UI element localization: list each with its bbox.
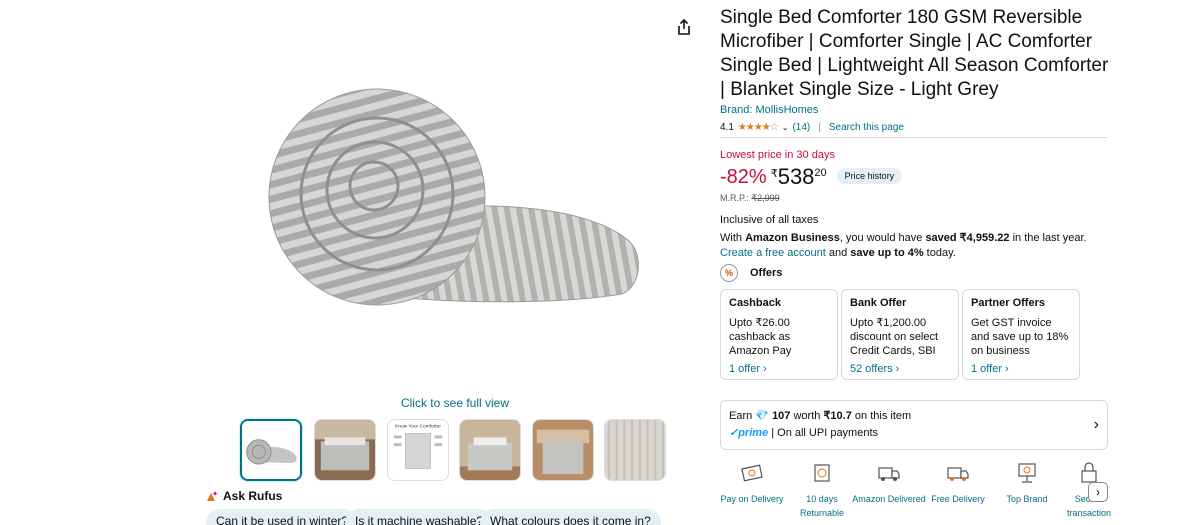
business-name: Amazon Business (745, 232, 840, 244)
thumbnail-bedroom-photo (315, 420, 375, 480)
svg-text:Know Your Comforter: Know Your Comforter (395, 424, 441, 430)
earn-rewards-banner[interactable]: Earn 💎 107 worth ₹10.7 on this item ✓pri… (720, 400, 1108, 450)
thumbnail-3[interactable]: Know Your Comforter (387, 419, 449, 481)
offer-card-bank[interactable]: Bank Offer Upto ₹1,200.00 discount on se… (841, 289, 959, 380)
business-save-percent: save up to 4% (850, 247, 924, 259)
business-text: , you would have (839, 232, 926, 244)
brand-link[interactable]: Brand: MollisHomes (720, 104, 818, 116)
feature-label: Top Brand (1006, 494, 1048, 504)
earn-text: on this item (851, 410, 912, 422)
prime-line: ✓prime | On all UPI payments (729, 425, 1099, 442)
star-rating-icon[interactable]: ★★★★☆ (738, 122, 779, 133)
earn-points: 107 (772, 410, 791, 422)
offer-body: Upto ₹1,200.00 discount on select Credit… (850, 317, 939, 357)
offer-title: Bank Offer (850, 297, 907, 309)
thumbnail-fabric-texture (605, 420, 665, 480)
rufus-question-chip[interactable]: Is it machine washable? (345, 509, 494, 525)
price: ₹ 538 20 (771, 164, 827, 190)
offers-label: Offers (750, 267, 783, 279)
thumbnail-6[interactable] (604, 419, 666, 481)
prime-logo: ✓prime (729, 427, 769, 439)
earn-text: Earn (729, 410, 756, 422)
rufus-question-chip[interactable]: Can it be used in winter? (206, 509, 359, 525)
price-row: -82% ₹ 538 20 Price history (720, 164, 903, 190)
separator: | (818, 122, 821, 133)
offer-link[interactable]: 1 offer › (729, 362, 829, 376)
feature-pay-on-delivery[interactable]: Pay on Delivery (715, 460, 789, 506)
feature-label: Pay on Delivery (720, 494, 784, 504)
thumbnail-1[interactable] (240, 419, 302, 481)
product-main-image[interactable] (262, 82, 648, 312)
earn-text: worth (790, 410, 824, 422)
thumbnail-bed-photo-2 (533, 420, 593, 480)
rufus-icon (207, 491, 218, 501)
review-count-link[interactable]: (14) (792, 122, 810, 133)
business-savings: saved ₹4,959.22 (925, 232, 1010, 244)
feature-label: Free Delivery (931, 494, 985, 504)
top-brand-icon (1018, 463, 1036, 483)
offers-heading: % Offers (720, 264, 782, 282)
thumbnail-rolled-comforter (242, 421, 300, 479)
ask-rufus-label: Ask Rufus (223, 489, 283, 503)
search-page-link[interactable]: Search this page (829, 122, 904, 133)
amazon-business-note: With Amazon Business, you would have sav… (720, 231, 1108, 261)
offer-link[interactable]: 1 offer › (971, 362, 1071, 376)
discount-percent: -82% (720, 166, 767, 188)
business-text: today. (923, 247, 956, 259)
upi-text: | On all UPI payments (768, 427, 879, 439)
business-text: With (720, 232, 746, 244)
offer-link[interactable]: 52 offers › (850, 362, 950, 376)
offer-card-cashback[interactable]: Cashback Upto ₹26.00 cashback as Amazon … (720, 289, 838, 380)
offer-percent-icon: % (720, 264, 738, 282)
product-title: Single Bed Comforter 180 GSM Reversible … (720, 7, 1109, 100)
feature-label: Amazon Delivered (852, 494, 926, 504)
offer-card-partner[interactable]: Partner Offers Get GST invoice and save … (962, 289, 1080, 380)
delivery-truck-icon (878, 467, 900, 481)
thumbnail-2[interactable] (314, 419, 376, 481)
rating-row: 4.1 ★★★★☆ ⌄ (14) | Search this page (720, 122, 904, 133)
mrp-value: ₹2,999 (751, 193, 780, 203)
feature-free-delivery[interactable]: Free Delivery (921, 460, 995, 506)
offer-body: Get GST invoice and save up to 18% on bu… (971, 317, 1069, 357)
share-icon[interactable] (675, 18, 693, 36)
ask-rufus: Ask Rufus (205, 489, 282, 503)
thumbnail-5[interactable] (532, 419, 594, 481)
diamond-icon: 💎 (755, 410, 769, 422)
business-text: in the last year. (1009, 232, 1087, 244)
price-history-button[interactable]: Price history (836, 168, 903, 184)
feature-top-brand[interactable]: Top Brand (990, 460, 1064, 506)
thumbnail-4[interactable] (459, 419, 521, 481)
chevron-right-icon[interactable]: › (1088, 482, 1108, 502)
thumbnail-bed-photo (460, 420, 520, 480)
business-text: and (825, 247, 851, 259)
create-account-link[interactable]: Create a free account (720, 247, 826, 259)
earn-value: ₹10.7 (823, 410, 852, 422)
full-view-link[interactable]: Click to see full view (380, 396, 530, 410)
earn-line: Earn 💎 107 worth ₹10.7 on this item (729, 408, 1099, 425)
price-whole: 538 (777, 164, 815, 189)
thumbnail-infographic: Know Your Comforter (388, 420, 448, 480)
rufus-question-chip[interactable]: What colours does it come in? (480, 509, 661, 525)
currency-symbol: ₹ (770, 168, 778, 180)
feature-label: 10 days Returnable (799, 494, 845, 518)
return-box-icon (814, 464, 830, 482)
cash-icon (741, 464, 763, 482)
tax-note: Inclusive of all taxes (720, 214, 819, 226)
divider (720, 137, 1108, 138)
feature-amazon-delivered[interactable]: Amazon Delivered (852, 460, 926, 506)
lowest-price-badge: Lowest price in 30 days (720, 149, 835, 161)
mrp-label: M.R.P.: (720, 193, 749, 203)
chevron-down-icon[interactable]: ⌄ (782, 123, 789, 132)
chevron-right-icon[interactable]: › (1094, 416, 1099, 433)
offer-body: Upto ₹26.00 cashback as Amazon Pay Balan… (729, 317, 792, 357)
rating-value: 4.1 (720, 122, 734, 133)
offer-title: Partner Offers (971, 297, 1045, 309)
offer-title: Cashback (729, 297, 781, 309)
price-fraction: 20 (814, 167, 827, 179)
feature-returnable[interactable]: 10 days Returnable (785, 460, 859, 520)
free-delivery-truck-icon (947, 467, 969, 481)
mrp: M.R.P.: ₹2,999 (720, 193, 780, 204)
